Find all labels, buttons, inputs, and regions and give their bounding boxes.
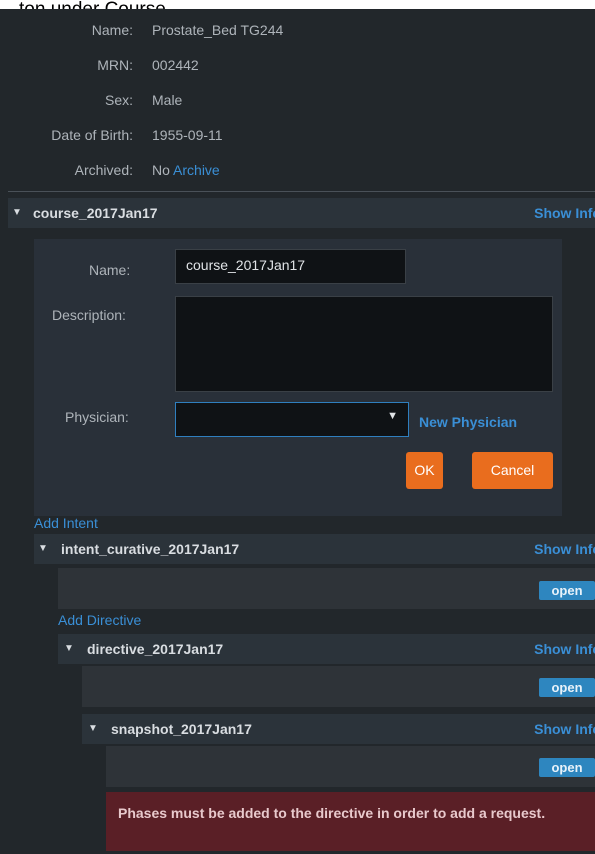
collapse-triangle-icon[interactable]: ▼	[38, 534, 48, 564]
phases-required-alert: Phases must be added to the directive in…	[106, 792, 595, 851]
intent-header[interactable]: ▼ intent_curative_2017Jan17 Show Info	[34, 534, 595, 564]
snapshot-show-info-link[interactable]: Show Info	[534, 714, 595, 744]
physician-label: Physician:	[65, 409, 129, 425]
physician-select[interactable]: ▼	[175, 402, 409, 437]
new-physician-link[interactable]: New Physician	[419, 414, 517, 430]
directive-header[interactable]: ▼ directive_2017Jan17 Show Info	[58, 634, 595, 664]
cancel-button[interactable]: Cancel	[472, 452, 553, 489]
patient-dob-value: 1955-09-11	[152, 127, 223, 143]
snapshot-open-button[interactable]: open	[539, 758, 595, 777]
patient-archived-value: No Archive	[152, 160, 220, 180]
add-directive-link[interactable]: Add Directive	[58, 612, 141, 628]
snapshot-title: snapshot_2017Jan17	[111, 721, 252, 737]
intent-body: open	[58, 568, 595, 609]
patient-name-label: Name:	[91, 22, 133, 38]
course-name-label: Name:	[89, 262, 131, 278]
collapse-triangle-icon[interactable]: ▼	[12, 198, 22, 228]
patient-panel: Name: Prostate_Bed TG244 MRN: 002442 Sex…	[0, 9, 595, 854]
directive-title: directive_2017Jan17	[87, 641, 224, 657]
ok-button[interactable]: OK	[406, 452, 443, 489]
chevron-down-icon: ▼	[387, 410, 398, 422]
patient-dob-label: Date of Birth:	[51, 127, 133, 143]
course-description-textarea[interactable]	[175, 296, 553, 392]
directive-body: open	[82, 666, 595, 707]
snapshot-header[interactable]: ▼ snapshot_2017Jan17 Show Info	[82, 714, 595, 744]
patient-sex-label: Sex:	[104, 92, 133, 108]
intent-show-info-link[interactable]: Show Info	[534, 534, 595, 564]
course-title: course_2017Jan17	[33, 205, 158, 221]
course-name-input[interactable]: course_2017Jan17	[175, 249, 406, 284]
course-description-label: Description:	[52, 307, 126, 323]
collapse-triangle-icon[interactable]: ▼	[64, 634, 74, 664]
course-show-info-link[interactable]: Show Info	[534, 198, 595, 228]
archive-link[interactable]: Archive	[173, 162, 220, 178]
patient-mrn-label: MRN:	[97, 57, 133, 73]
intent-title: intent_curative_2017Jan17	[61, 541, 240, 557]
patient-mrn-value: 002442	[152, 57, 199, 73]
intent-open-button[interactable]: open	[539, 581, 595, 600]
patient-divider	[8, 191, 595, 192]
add-intent-link[interactable]: Add Intent	[34, 515, 98, 531]
course-header[interactable]: ▼ course_2017Jan17 Show Info	[8, 198, 595, 228]
directive-open-button[interactable]: open	[539, 678, 595, 697]
patient-name-value: Prostate_Bed TG244	[152, 22, 284, 38]
snapshot-body: open	[106, 746, 595, 787]
patient-archived-label: Archived:	[74, 162, 133, 178]
archived-status: No	[152, 162, 170, 178]
patient-sex-value: Male	[152, 92, 183, 108]
course-edit-form: Name: course_2017Jan17 Description: Phys…	[34, 239, 562, 516]
collapse-triangle-icon[interactable]: ▼	[88, 714, 98, 744]
directive-show-info-link[interactable]: Show Info	[534, 634, 595, 664]
